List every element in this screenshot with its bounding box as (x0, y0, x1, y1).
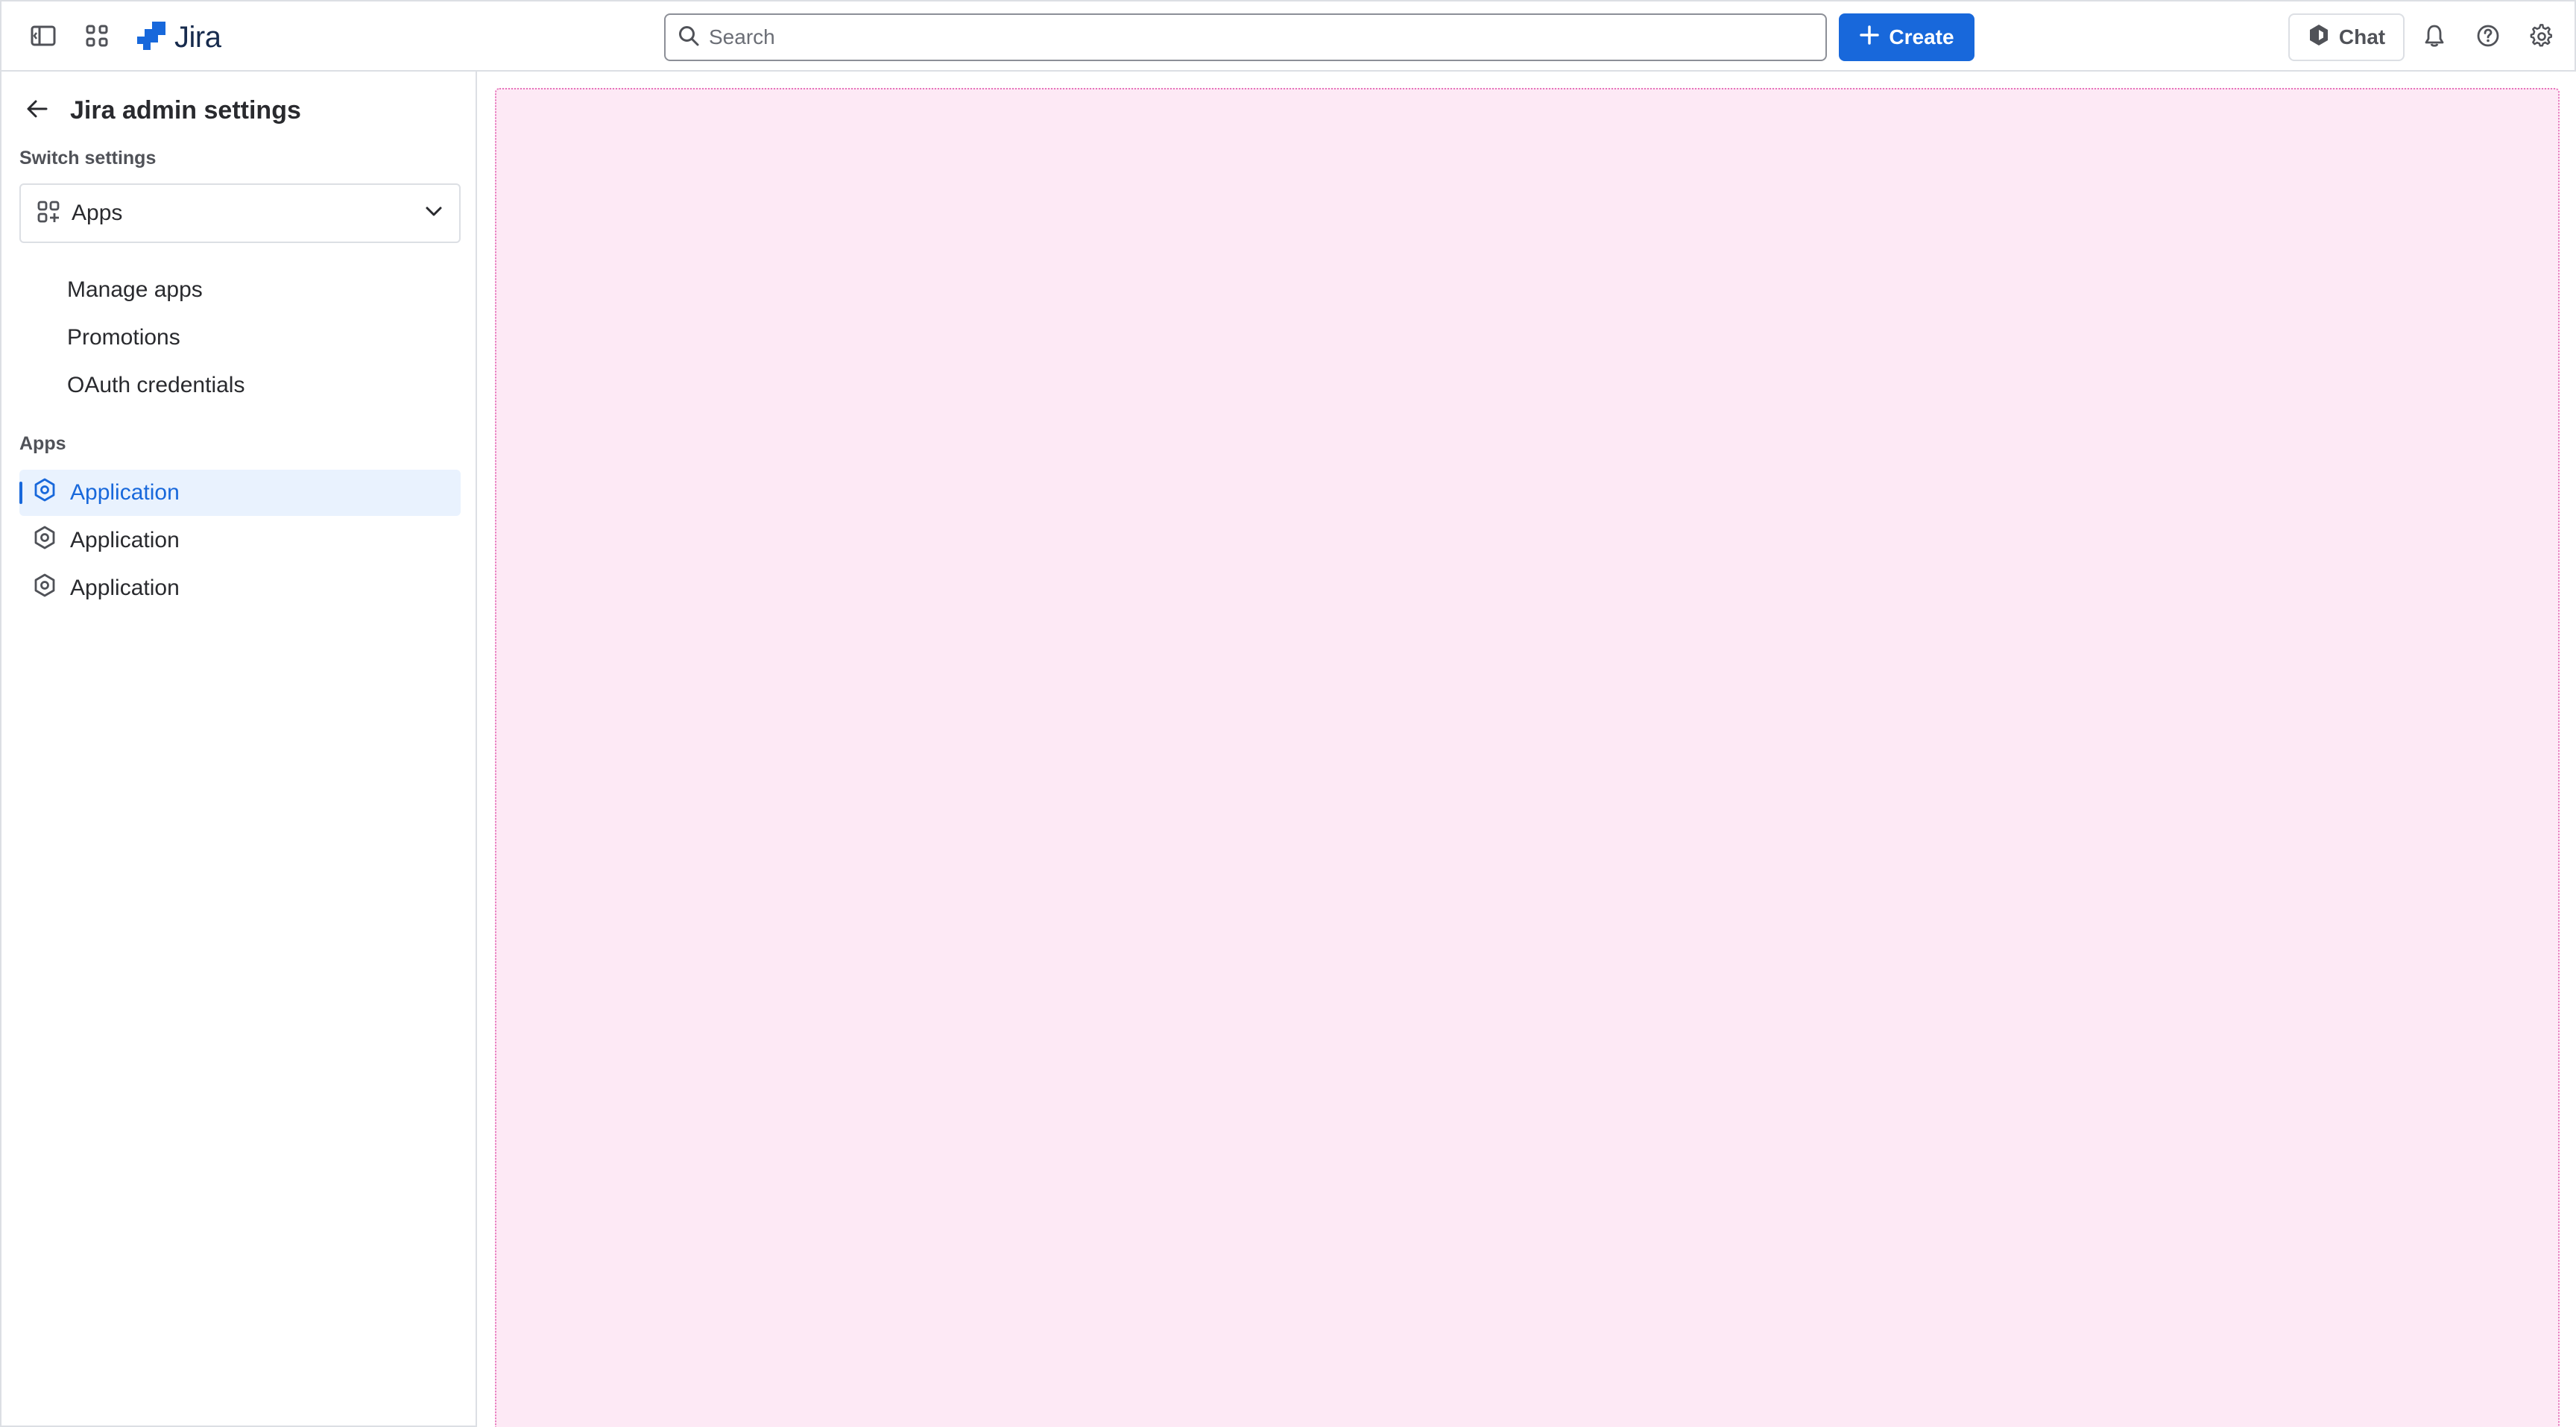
main-content (479, 72, 2576, 1427)
sidebar-item-label: Promotions (67, 325, 180, 350)
chevron-down-icon (425, 206, 443, 221)
app-content-frame (495, 88, 2560, 1427)
sidebar-title: Jira admin settings (70, 95, 301, 125)
notifications-button[interactable] (2411, 12, 2458, 60)
plus-icon (1859, 25, 1880, 51)
back-button[interactable] (19, 92, 55, 128)
switch-settings-label: Switch settings (19, 148, 157, 168)
rovo-chat-icon (2308, 23, 2330, 52)
sidebar-app-label: Application (70, 480, 180, 505)
app-hexagon-icon (33, 526, 57, 555)
switch-settings-select[interactable]: Apps (19, 183, 461, 243)
app-switcher-grid-icon (86, 25, 108, 47)
create-label: Create (1889, 25, 1954, 48)
chat-label: Chat (2338, 25, 2386, 48)
app-switcher-button[interactable] (73, 12, 121, 60)
search-input[interactable] (709, 25, 1825, 49)
sidebar-toggle-icon (31, 25, 56, 47)
help-icon (2476, 24, 2500, 48)
settings-button[interactable] (2518, 12, 2566, 60)
help-button[interactable] (2464, 12, 2512, 60)
admin-sidebar: Jira admin settings Switch settings Apps… (0, 72, 477, 1427)
sidebar-toggle-button[interactable] (19, 12, 67, 60)
app-root: Jira Create Chat (0, 0, 2576, 1427)
apps-grid-icon (37, 201, 60, 227)
app-hexagon-icon (33, 573, 57, 603)
create-button[interactable]: Create (1839, 13, 1974, 61)
apps-section-label: Apps (19, 433, 66, 454)
search-bar[interactable] (664, 13, 1827, 61)
sidebar-app-item[interactable]: Application (19, 517, 461, 564)
sidebar-item-label: Manage apps (67, 277, 203, 302)
sidebar-app-label: Application (70, 576, 180, 600)
sidebar-app-item[interactable]: Application (19, 565, 461, 611)
jira-logo-icon (136, 20, 167, 55)
sidebar-item-promotions[interactable]: Promotions (19, 315, 461, 360)
sidebar-item-oauth-credentials[interactable]: OAuth credentials (19, 363, 461, 408)
sidebar-header: Jira admin settings (19, 86, 458, 134)
sidebar-item-manage-apps[interactable]: Manage apps (19, 268, 461, 312)
gear-icon (2530, 24, 2554, 48)
sidebar-item-label: OAuth credentials (67, 373, 245, 397)
sidebar-app-item[interactable]: Application (19, 470, 461, 516)
sidebar-app-label: Application (70, 528, 180, 552)
logo-text: Jira (174, 20, 221, 54)
chat-button[interactable]: Chat (2288, 13, 2405, 61)
switch-settings-value: Apps (72, 201, 123, 225)
arrow-left-icon (26, 99, 48, 122)
search-icon (678, 25, 700, 51)
bell-icon (2423, 24, 2446, 48)
app-hexagon-icon (33, 478, 57, 508)
top-navigation: Jira Create Chat (0, 0, 2576, 72)
jira-logo[interactable]: Jira (136, 18, 221, 57)
